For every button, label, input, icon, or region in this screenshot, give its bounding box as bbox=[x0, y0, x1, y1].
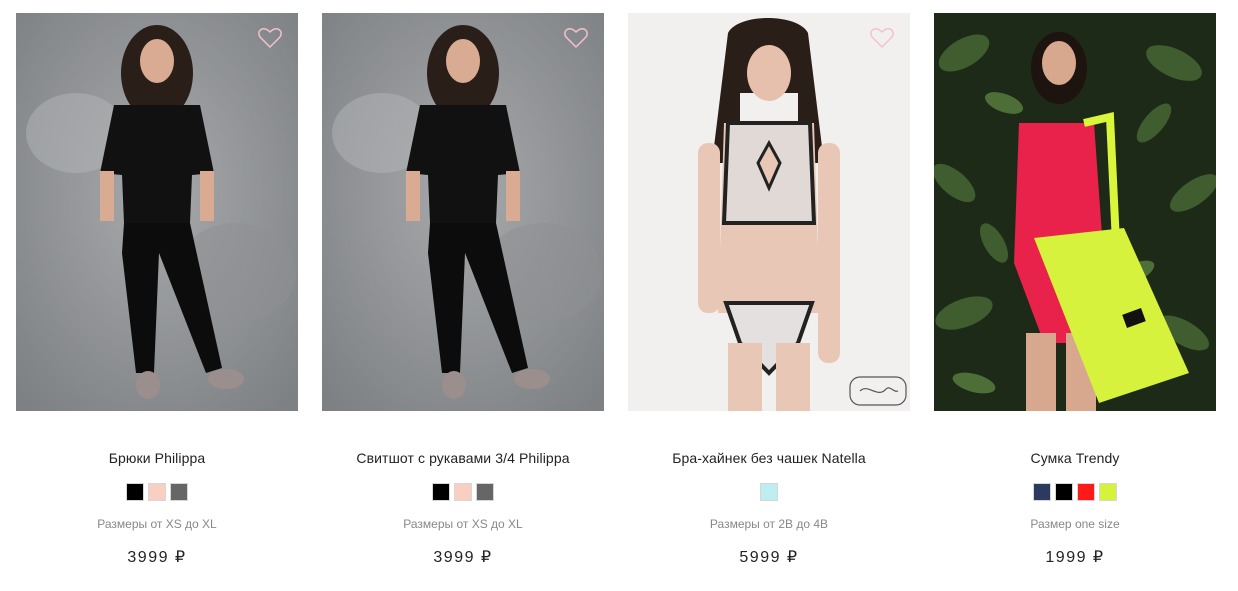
product-card[interactable]: Свитшот с рукавами 3/4 Philippa Размеры … bbox=[322, 13, 604, 567]
product-name[interactable]: Брюки Philippa bbox=[16, 449, 298, 467]
size-range: Размеры от 2B до 4B bbox=[709, 517, 829, 531]
size-range: Размеры от XS до XL bbox=[403, 517, 523, 531]
product-name[interactable]: Свитшот с рукавами 3/4 Philippa bbox=[322, 449, 604, 467]
product-name[interactable]: Бра-хайнек без чашек Natella bbox=[628, 449, 910, 467]
product-price: 3999 ₽ bbox=[127, 549, 187, 566]
color-swatch-navy[interactable] bbox=[1033, 483, 1051, 501]
color-swatch-pink[interactable] bbox=[148, 483, 166, 501]
color-swatch-pink[interactable] bbox=[454, 483, 472, 501]
product-photo[interactable] bbox=[628, 13, 910, 411]
color-swatches bbox=[322, 483, 604, 501]
color-swatches bbox=[934, 483, 1216, 501]
color-swatch-gray[interactable] bbox=[476, 483, 494, 501]
color-swatch-black[interactable] bbox=[1055, 483, 1073, 501]
product-name[interactable]: Сумка Trendy bbox=[934, 449, 1216, 467]
product-grid: Брюки Philippa Размеры от XS до XL 3999 … bbox=[0, 0, 1238, 591]
heart-outline-icon[interactable] bbox=[564, 27, 588, 49]
color-swatch-black[interactable] bbox=[126, 483, 144, 501]
color-swatches bbox=[16, 483, 298, 501]
product-price: 3999 ₽ bbox=[433, 549, 493, 566]
size-range: Размеры от XS до XL bbox=[97, 517, 217, 531]
product-price: 1999 ₽ bbox=[1045, 549, 1105, 566]
color-swatch-red[interactable] bbox=[1077, 483, 1095, 501]
product-price: 5999 ₽ bbox=[739, 549, 799, 566]
color-swatch-gray[interactable] bbox=[170, 483, 188, 501]
product-card[interactable]: Сумка Trendy Размер one size 1999 ₽ bbox=[934, 13, 1216, 567]
product-photo[interactable] bbox=[934, 13, 1216, 411]
heart-outline-icon[interactable] bbox=[870, 27, 894, 49]
product-card[interactable]: Брюки Philippa Размеры от XS до XL 3999 … bbox=[16, 13, 298, 567]
color-swatch-lime[interactable] bbox=[1099, 483, 1117, 501]
product-photo[interactable] bbox=[322, 13, 604, 411]
product-card[interactable]: Бра-хайнек без чашек Natella Размеры от … bbox=[628, 13, 910, 567]
color-swatch-black[interactable] bbox=[432, 483, 450, 501]
size-range: Размер one size bbox=[1030, 517, 1120, 531]
product-photo[interactable] bbox=[16, 13, 298, 411]
color-swatch-light-blue[interactable] bbox=[760, 483, 778, 501]
heart-outline-icon[interactable] bbox=[258, 27, 282, 49]
color-swatches bbox=[628, 483, 910, 501]
